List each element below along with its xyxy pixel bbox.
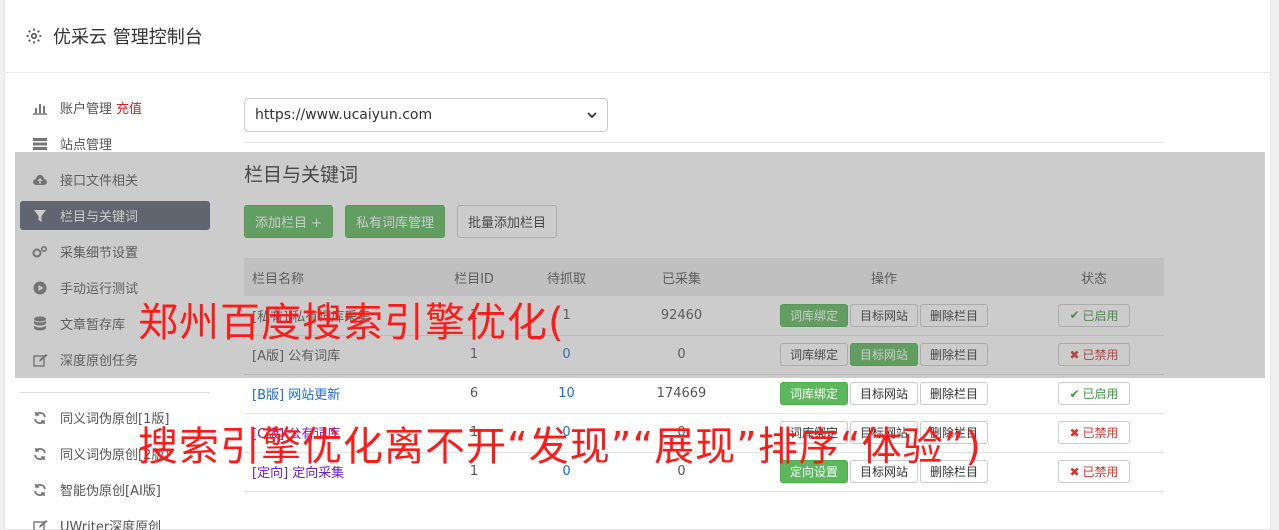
table-row: [B版] 网站更新 6 10 174669 词库绑定 目标网站 删除栏目 ✔ 已启用: [244, 374, 1164, 414]
sidebar-item-columns[interactable]: 栏目与关键词: [20, 201, 210, 230]
close-icon: ✖: [1069, 464, 1080, 479]
status-toggle-button[interactable]: ✖ 已禁用: [1058, 343, 1130, 366]
check-icon: ✔: [1069, 308, 1080, 323]
sidebar-item-account[interactable]: 账户管理 充值: [20, 93, 210, 122]
sidebar-item-label: 文章暂存库: [60, 318, 126, 333]
column-status: ✔ 已启用: [1024, 296, 1164, 336]
close-icon: ✖: [1069, 347, 1080, 362]
close-icon: ✖: [1069, 425, 1080, 440]
column-pending: 10: [514, 374, 619, 414]
column-status: ✖ 已禁用: [1024, 335, 1164, 375]
column-collected: 174669: [619, 374, 744, 414]
filter-icon: [32, 208, 48, 224]
section-title: 栏目与关键词: [244, 164, 359, 186]
sidebar-item-deep-original[interactable]: 深度原创任务: [20, 345, 210, 374]
toolbar: 添加栏目 + 私有词库管理 批量添加栏目: [244, 205, 1164, 238]
check-icon: ✔: [1069, 386, 1080, 401]
sidebar-item-uwriter[interactable]: UWriter深度原创: [20, 511, 210, 530]
overlay-text-line1: 郑州百度搜索引擎优化(: [138, 300, 565, 346]
edit-icon: [32, 518, 48, 530]
sidebar-item-ai-original[interactable]: 智能伪原创[AI版]: [20, 475, 210, 504]
status-label: 已禁用: [1082, 426, 1119, 440]
sidebar-item-interface[interactable]: 接口文件相关: [20, 165, 210, 194]
column-collected: 0: [619, 335, 744, 375]
play-circle-icon: [32, 280, 48, 296]
private-lexicon-button[interactable]: 私有词库管理: [345, 205, 446, 238]
server-icon: [32, 136, 48, 152]
status-label: 已启用: [1082, 308, 1119, 323]
site-select[interactable]: https://www.ucaiyun.com: [244, 98, 608, 132]
column-id: 6: [434, 374, 514, 414]
target-site-button[interactable]: 目标网站: [849, 382, 918, 405]
gear-icon: [25, 27, 43, 45]
sidebar-item-label: 接口文件相关: [60, 174, 139, 189]
sidebar-item-collect-settings[interactable]: 采集细节设置: [20, 237, 210, 266]
column-name: [B版] 网站更新: [244, 374, 434, 414]
bar-chart-icon: [32, 100, 48, 116]
edit-icon: [32, 352, 48, 368]
divider: [244, 142, 1164, 143]
lexicon-bind-button[interactable]: 词库绑定: [779, 343, 848, 366]
sidebar-item-label: 栏目与关键词: [60, 210, 139, 225]
lexicon-bind-button[interactable]: 词库绑定: [779, 382, 848, 405]
cogs-icon: [32, 244, 48, 260]
lexicon-bind-button[interactable]: 词库绑定: [779, 303, 848, 327]
chevron-down-icon: [587, 107, 597, 123]
recharge-link[interactable]: 充值: [116, 98, 142, 117]
delete-column-button[interactable]: 删除栏目: [920, 303, 989, 327]
sidebar-item-label: 账户管理: [60, 102, 113, 117]
status-label: 已禁用: [1082, 348, 1119, 362]
column-actions: 词库绑定 目标网站 删除栏目: [744, 296, 1024, 336]
column-status: ✖ 已禁用: [1024, 452, 1164, 492]
sidebar-item-label: 采集细节设置: [60, 246, 139, 261]
sidebar-item-label: 深度原创任务: [60, 354, 139, 369]
column-status: ✔ 已启用: [1024, 374, 1164, 414]
header: 优采云 管理控制台: [5, 0, 1270, 73]
sidebar-item-label: 智能伪原创[AI版]: [60, 484, 161, 499]
page-title: 优采云 管理控制台: [53, 27, 203, 48]
column-status: ✖ 已禁用: [1024, 413, 1164, 453]
target-site-button[interactable]: 目标网站: [849, 303, 918, 327]
column-actions: 词库绑定 目标网站 删除栏目: [744, 335, 1024, 375]
database-icon: [32, 316, 48, 332]
sidebar-item-label: 站点管理: [60, 138, 113, 153]
col-header-actions: 操作: [870, 271, 897, 287]
sidebar-item-sites[interactable]: 站点管理: [20, 129, 210, 158]
col-header-collected: 已采集: [661, 271, 701, 287]
refresh-icon: [32, 410, 48, 426]
refresh-icon: [32, 482, 48, 498]
sidebar-divider: [20, 392, 210, 393]
column-actions: 词库绑定 目标网站 删除栏目: [744, 374, 1024, 414]
batch-add-column-button[interactable]: 批量添加栏目: [457, 205, 558, 238]
sidebar-item-label: UWriter深度原创: [60, 520, 162, 530]
col-header-status: 状态: [1080, 271, 1107, 287]
refresh-icon: [32, 446, 48, 462]
add-column-button[interactable]: 添加栏目 +: [244, 205, 334, 238]
sidebar-item-label: 手动运行测试: [60, 282, 139, 297]
delete-column-button[interactable]: 删除栏目: [920, 343, 989, 366]
status-label: 已启用: [1082, 387, 1119, 401]
cloud-upload-icon: [32, 172, 48, 188]
site-select-value: https://www.ucaiyun.com: [255, 107, 433, 123]
column-collected: 92460: [619, 296, 744, 336]
overlay-text-line2: 搜索引擎优化离不开“发现”“展现”排序“体验”): [138, 424, 982, 470]
target-site-button[interactable]: 目标网站: [849, 343, 918, 366]
status-toggle-button[interactable]: ✖ 已禁用: [1058, 460, 1130, 483]
status-toggle-button[interactable]: ✔ 已启用: [1058, 303, 1130, 327]
status-toggle-button[interactable]: ✔ 已启用: [1058, 382, 1130, 405]
delete-column-button[interactable]: 删除栏目: [920, 382, 989, 405]
status-label: 已禁用: [1082, 465, 1119, 479]
status-toggle-button[interactable]: ✖ 已禁用: [1058, 421, 1130, 444]
